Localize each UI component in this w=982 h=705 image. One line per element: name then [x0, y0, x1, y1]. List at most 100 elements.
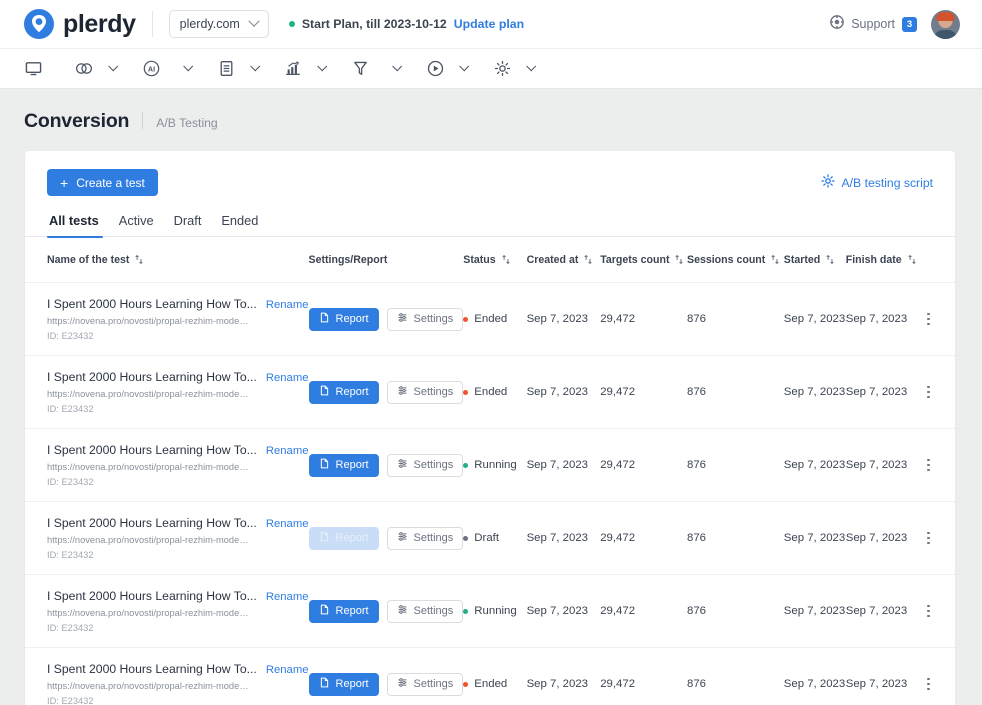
status-label: Draft	[474, 532, 499, 544]
support-button[interactable]: Support 3	[830, 15, 917, 34]
test-id: ID: E23432	[47, 623, 309, 633]
settings-button[interactable]: Settings	[387, 454, 464, 477]
col-finish-date[interactable]: Finish date	[846, 237, 924, 283]
cell-sessions-count: 876	[687, 429, 784, 502]
header-right-group: Support 3	[830, 10, 960, 39]
ab-testing-script-link[interactable]: A/B testing script	[821, 174, 933, 191]
row-menu-button[interactable]	[924, 313, 955, 326]
document-icon	[319, 604, 330, 618]
cell-started: Sep 7, 2023	[784, 575, 846, 648]
play-circle-icon	[426, 60, 444, 78]
gear-icon	[821, 174, 835, 191]
site-selector[interactable]: plerdy.com	[169, 10, 269, 38]
cell-row-menu	[924, 356, 955, 429]
status-badge: Draft	[463, 532, 499, 544]
cell-sessions-count: 876	[687, 648, 784, 705]
venn-icon	[75, 60, 93, 78]
test-url: https://novena.pro/novosti/propal-rezhim…	[47, 389, 255, 399]
avatar[interactable]	[931, 10, 960, 39]
settings-button[interactable]: Settings	[387, 600, 464, 623]
rename-link[interactable]: Rename	[266, 445, 309, 457]
settings-button[interactable]: Settings	[387, 527, 464, 550]
test-url: https://novena.pro/novosti/propal-rezhim…	[47, 462, 255, 472]
col-targets-count[interactable]: Targets count	[600, 237, 687, 283]
settings-button[interactable]: Settings	[387, 673, 464, 696]
nav-item-assistant[interactable]: AI	[142, 49, 191, 88]
update-plan-link[interactable]: Update plan	[454, 17, 524, 31]
settings-button[interactable]: Settings	[387, 308, 464, 331]
rename-link[interactable]: Rename	[266, 372, 309, 384]
cell-sessions-count: 876	[687, 356, 784, 429]
test-id: ID: E23432	[47, 550, 309, 560]
status-label: Running	[474, 459, 516, 471]
row-menu-button[interactable]	[924, 605, 955, 618]
create-test-button[interactable]: + Create a test	[47, 169, 158, 196]
sort-icon	[134, 254, 145, 265]
report-button[interactable]: Report	[309, 454, 379, 477]
nav-item-heatmaps[interactable]	[75, 49, 116, 88]
sliders-icon	[397, 531, 408, 545]
settings-button[interactable]: Settings	[387, 381, 464, 404]
settings-label: Settings	[414, 313, 454, 325]
nav-item-settings[interactable]	[493, 49, 534, 88]
cell-sessions-count: 876	[687, 502, 784, 575]
row-menu-button[interactable]	[924, 459, 955, 472]
rename-link[interactable]: Rename	[266, 299, 309, 311]
rename-link[interactable]: Rename	[266, 591, 309, 603]
report-label: Report	[336, 313, 369, 325]
col-status[interactable]: Status	[463, 237, 526, 283]
report-button[interactable]: Report	[309, 600, 379, 623]
status-dot	[463, 317, 468, 322]
sort-icon	[501, 254, 512, 265]
report-label: Report	[336, 459, 369, 471]
rename-link[interactable]: Rename	[266, 518, 309, 530]
sort-icon	[825, 254, 836, 265]
col-started[interactable]: Started	[784, 237, 846, 283]
cell-started: Sep 7, 2023	[784, 283, 846, 356]
nav-item-popups[interactable]	[217, 49, 258, 88]
report-label: Report	[336, 532, 369, 544]
content-card: + Create a test A/B testing script All t…	[25, 151, 955, 705]
settings-label: Settings	[414, 678, 454, 690]
settings-label: Settings	[414, 459, 454, 471]
lifebuoy-icon	[830, 15, 844, 34]
nav-item-seo[interactable]	[284, 49, 325, 88]
tab-all-tests[interactable]: All tests	[47, 213, 109, 237]
nav-item-dashboard[interactable]	[24, 49, 49, 88]
table-row: I Spent 2000 Hours Learning How To... Re…	[25, 356, 955, 429]
cell-created-at: Sep 7, 2023	[527, 575, 601, 648]
test-id: ID: E23432	[47, 331, 309, 341]
tab-active[interactable]: Active	[109, 213, 164, 237]
tests-table: Name of the test Settings/Report	[25, 237, 955, 705]
row-menu-button[interactable]	[924, 678, 955, 691]
cell-row-menu	[924, 575, 955, 648]
sort-icon	[770, 254, 781, 265]
row-menu-button[interactable]	[924, 386, 955, 399]
tab-ended[interactable]: Ended	[211, 213, 268, 237]
cell-targets-count: 29,472	[600, 502, 687, 575]
breadcrumb: A/B Testing	[156, 116, 217, 130]
tab-draft[interactable]: Draft	[164, 213, 212, 237]
col-name-of-the-test[interactable]: Name of the test	[25, 237, 309, 283]
report-button[interactable]: Report	[309, 308, 379, 331]
nav-item-conversions[interactable]	[351, 49, 400, 88]
chevron-down-icon	[317, 61, 327, 71]
chevron-down-icon	[526, 61, 536, 71]
cell-status: Draft	[463, 502, 526, 575]
document-icon	[319, 677, 330, 691]
report-button[interactable]: Report	[309, 673, 379, 696]
nav-item-video[interactable]	[426, 49, 467, 88]
brand-logo-group[interactable]: plerdy	[24, 9, 136, 39]
table-row: I Spent 2000 Hours Learning How To... Re…	[25, 502, 955, 575]
row-menu-button[interactable]	[924, 532, 955, 545]
cell-actions: Report Settings	[309, 283, 464, 356]
col-created-at[interactable]: Created at	[527, 237, 601, 283]
test-name: I Spent 2000 Hours Learning How To...	[47, 370, 257, 384]
rename-link[interactable]: Rename	[266, 664, 309, 676]
header-divider	[152, 11, 153, 37]
report-button[interactable]: Report	[309, 381, 379, 404]
bar-chart-arrow-icon	[284, 60, 302, 78]
col-sessions-count[interactable]: Sessions count	[687, 237, 784, 283]
table-row: I Spent 2000 Hours Learning How To... Re…	[25, 648, 955, 705]
card-toolbar: + Create a test A/B testing script	[25, 151, 955, 196]
